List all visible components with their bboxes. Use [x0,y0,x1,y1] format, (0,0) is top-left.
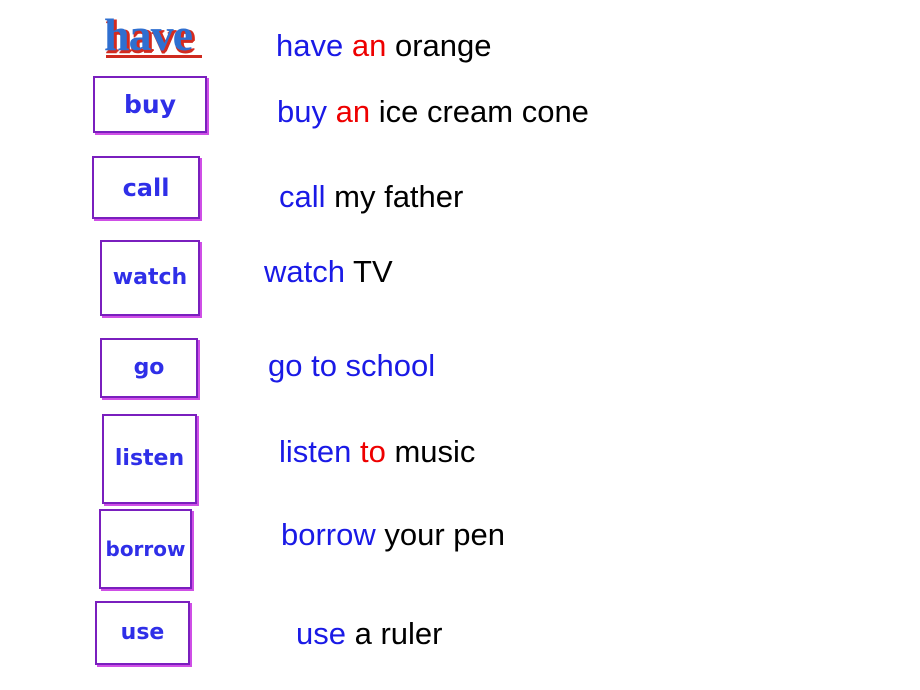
phrase-watch-tv: watch TV [264,254,393,289]
slide-canvas: have buy call watch go listen borrow use… [0,0,920,690]
word-box-listen[interactable]: listen [102,414,197,504]
word-box-label: go [133,355,165,380]
phrase-verb: have [276,28,344,63]
phrase-object: orange [394,28,492,63]
title-word-have: have [104,9,193,60]
phrase-verb: borrow [281,517,376,552]
word-box-use[interactable]: use [95,601,190,665]
phrase-object: TV [353,254,393,289]
phrase-have-an-orange: have an orange [276,28,492,63]
phrase-article: an [335,94,371,129]
word-box-label: listen [114,446,185,471]
phrase-object: your pen [384,517,506,552]
word-box-label: borrow [105,537,186,561]
phrase-verb: use [296,616,346,651]
phrase-listen-to-music: listen to music [279,434,476,469]
word-box-label: watch [112,265,188,290]
word-box-watch[interactable]: watch [100,240,200,316]
phrase-verb: watch [264,254,345,289]
word-box-label: use [120,620,165,645]
word-box-go[interactable]: go [100,338,198,398]
word-box-label: call [122,173,170,202]
word-box-call[interactable]: call [92,156,200,219]
phrase-buy-an-ice-cream-cone: buy an ice cream cone [277,94,589,129]
phrase-object: music [394,434,476,469]
phrase-borrow-your-pen: borrow your pen [281,517,506,552]
phrase-use-a-ruler: use a ruler [296,616,443,651]
phrase-article: to [360,434,386,469]
phrase-object: a ruler [354,616,443,651]
phrase-go-to-school: go to school [268,348,436,383]
word-box-buy[interactable]: buy [93,76,207,133]
phrase-verb: buy [277,94,327,129]
phrase-verb: call [279,179,326,214]
phrase-full: go to school [268,348,436,383]
phrase-call-my-father: call my father [279,179,464,214]
phrase-object: my father [334,179,464,214]
phrase-article: an [351,28,387,63]
word-box-label: buy [124,90,176,119]
word-box-borrow[interactable]: borrow [99,509,192,589]
phrase-verb: listen [279,434,352,469]
phrase-object: ice cream cone [378,94,589,129]
